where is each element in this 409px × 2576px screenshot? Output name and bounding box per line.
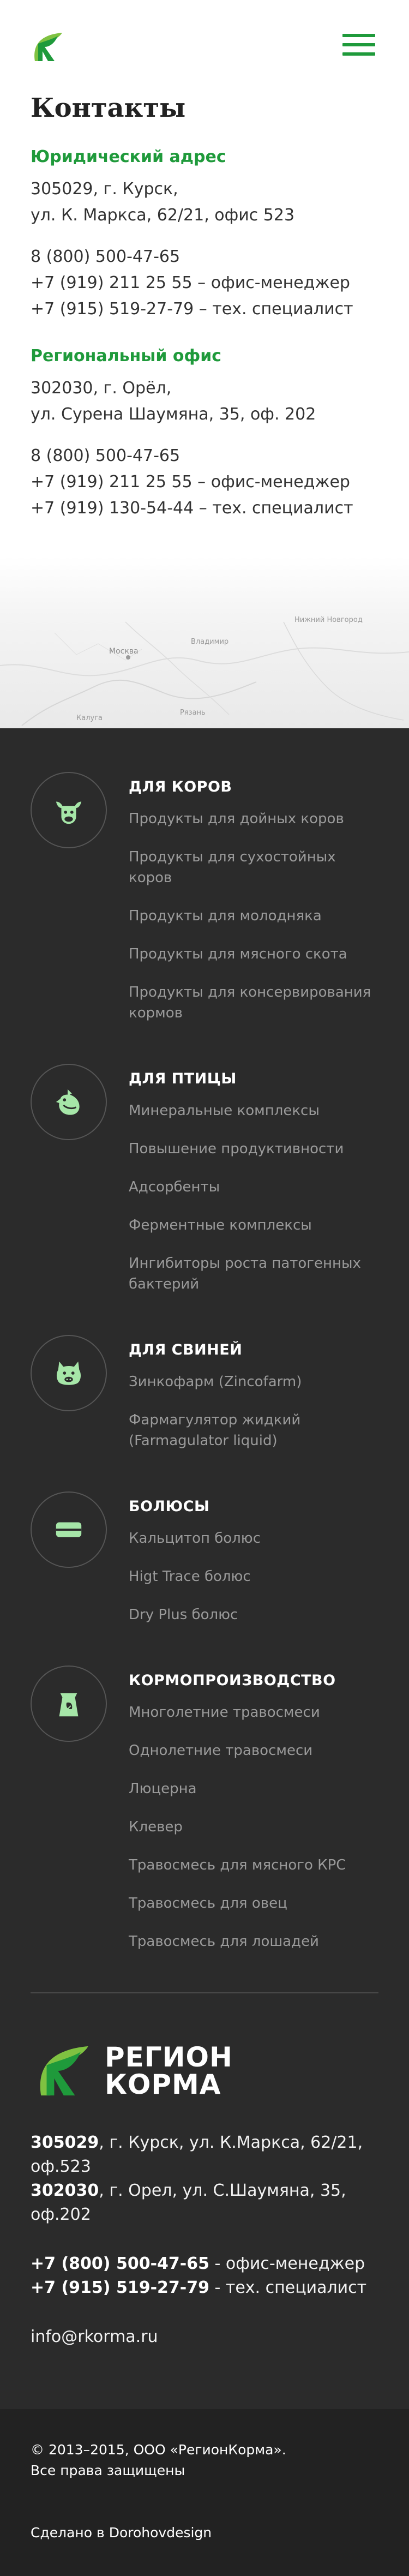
footer-phone[interactable]: +7 (800) 500-47-65 - офис-менеджер — [31, 2252, 378, 2276]
catalog-link[interactable]: Травосмесь для мясного КРС — [129, 1855, 378, 1876]
catalog-link[interactable]: Люцерна — [129, 1778, 378, 1799]
legal-address-heading: Юридический адрес — [31, 147, 226, 166]
cow-icon[interactable] — [31, 772, 107, 848]
catalog-link[interactable]: Higt Trace болюс — [129, 1566, 378, 1587]
catalog-link[interactable]: Продукты для молодняка — [129, 906, 378, 926]
regional-address: 302030, г. Орёл, ул. Сурена Шаумяна, 35,… — [31, 375, 378, 428]
category-title[interactable]: Болюсы — [129, 1491, 378, 1515]
map-label-city: Нижний Новгород — [294, 616, 363, 624]
header — [0, 0, 409, 87]
legal-address-line: 305029, г. Курск, — [31, 179, 178, 199]
legal-address-line: ул. К. Маркса, 62/21, офис 523 — [31, 206, 295, 225]
map-label-city: Калуга — [76, 714, 103, 722]
catalog-link[interactable]: Ферментные комплексы — [129, 1215, 378, 1236]
feed-bag-icon[interactable] — [31, 1666, 107, 1742]
footer-phone[interactable]: +7 (915) 519-27-79 - тех. специалист — [31, 2276, 378, 2300]
catalog-link[interactable]: Кальцитоп болюс — [129, 1528, 378, 1549]
brand-line: Регион — [105, 2041, 233, 2073]
category-title[interactable]: Для свиней — [129, 1335, 378, 1358]
phone-role: - офис-менеджер — [209, 2254, 365, 2273]
catalog-link[interactable]: Фармагулятор жидкий (Farmagulator liquid… — [129, 1410, 378, 1451]
copyright-bar: © 2013–2015, ООО «РегионКорма». Все прав… — [0, 2409, 409, 2576]
phone-link[interactable]: 8 (800) 500-47-65 — [31, 244, 378, 270]
copyright-text: © 2013–2015, ООО «РегионКорма». — [31, 2442, 286, 2458]
regional-address-line: 302030, г. Орёл, — [31, 379, 172, 398]
catalog-link[interactable]: Многолетние травосмеси — [129, 1702, 378, 1723]
catalog-link[interactable]: Продукты для консервирования кормов — [129, 982, 378, 1023]
category-title[interactable]: Для коров — [129, 772, 378, 795]
footer-address: 305029, г. Курск, ул. К.Маркса, 62/21, о… — [31, 2131, 378, 2179]
bolus-icon[interactable] — [31, 1491, 107, 1568]
catalog-link[interactable]: Клевер — [129, 1817, 378, 1837]
footer-phones: +7 (800) 500-47-65 - офис-менеджер +7 (9… — [31, 2252, 378, 2300]
catalog-link[interactable]: Зинкофарм (Zincofarm) — [129, 1371, 378, 1392]
phone-link[interactable]: +7 (919) 130-54-44 – тех. специалист — [31, 495, 378, 522]
phone-role: - тех. специалист — [209, 2278, 367, 2297]
regional-office-heading: Региональный офис — [31, 346, 222, 366]
postcode: 302030 — [31, 2181, 99, 2200]
phone-link[interactable]: +7 (919) 211 25 55 – офис-менеджер — [31, 270, 378, 296]
brand-name: Регион Корма — [105, 2044, 233, 2098]
phone-link[interactable]: +7 (919) 211 25 55 – офис-менеджер — [31, 469, 378, 495]
bird-icon[interactable] — [31, 1064, 107, 1140]
catalog-link[interactable]: Повышение продуктивности — [129, 1139, 378, 1159]
email-link[interactable]: info@rkorma.ru — [31, 2325, 378, 2349]
category-boluses: Болюсы Кальцитоп болюс Higt Trace болюс … — [31, 1491, 378, 1625]
category-title[interactable]: Для птицы — [129, 1064, 378, 1087]
catalog-link[interactable]: Продукты для сухостойных коров — [129, 847, 378, 888]
catalog-link[interactable]: Ингибиторы роста патогенных бактерий — [129, 1253, 378, 1295]
phone-number[interactable]: +7 (915) 519-27-79 — [31, 2278, 209, 2297]
category-feed-production: Кормопроизводство Многолетние травосмеси… — [31, 1666, 378, 1952]
page-title: Контакты — [31, 93, 186, 123]
regional-address-line: ул. Сурена Шаумяна, 35, оф. 202 — [31, 405, 316, 424]
pig-icon[interactable] — [31, 1335, 107, 1411]
catalog-link[interactable]: Продукты для мясного скота — [129, 944, 378, 964]
made-by-link[interactable]: Сделано в Dorohovdesign — [31, 2523, 378, 2543]
postcode: 305029 — [31, 2133, 99, 2152]
category-poultry: Для птицы Минеральные комплексы Повышени… — [31, 1064, 378, 1295]
footer-address: 302030, г. Орел, ул. С.Шаумяна, 35, оф.2… — [31, 2179, 378, 2227]
map-label-city: Рязань — [180, 709, 206, 717]
rk-leaf-logo-icon[interactable] — [31, 31, 64, 63]
catalog-link[interactable]: Продукты для дойных коров — [129, 808, 378, 829]
legal-address: 305029, г. Курск, ул. К. Маркса, 62/21, … — [31, 176, 378, 229]
footer-catalog: Для коров Продукты для дойных коров Прод… — [0, 728, 409, 2409]
category-pigs: Для свиней Зинкофарм (Zincofarm) Фармагу… — [31, 1335, 378, 1451]
catalog-link[interactable]: Травосмесь для овец — [129, 1893, 378, 1914]
brand-line: Корма — [105, 2069, 221, 2100]
catalog-link[interactable]: Минеральные комплексы — [129, 1100, 378, 1121]
hamburger-menu-icon[interactable] — [342, 34, 375, 60]
map-label-city: Москва — [109, 647, 139, 656]
catalog-link[interactable]: Адсорбенты — [129, 1177, 378, 1197]
contacts-section: Контакты Юридический адрес 305029, г. Ку… — [0, 93, 409, 728]
phone-number[interactable]: +7 (800) 500-47-65 — [31, 2254, 209, 2273]
catalog-link[interactable]: Dry Plus болюс — [129, 1604, 378, 1625]
regional-phones: 8 (800) 500-47-65 +7 (919) 211 25 55 – о… — [31, 443, 378, 522]
phone-link[interactable]: +7 (915) 519-27-79 – тех. специалист — [31, 296, 378, 322]
category-cows: Для коров Продукты для дойных коров Прод… — [31, 772, 378, 1023]
phone-link[interactable]: 8 (800) 500-47-65 — [31, 443, 378, 469]
footer-info: Регион Корма 305029, г. Курск, ул. К.Мар… — [31, 1993, 378, 2409]
copyright-text: Все права защищены — [31, 2463, 185, 2478]
map-label-city: Владимир — [191, 638, 228, 646]
catalog-link[interactable]: Однолетние травосмеси — [129, 1740, 378, 1761]
map[interactable]: Москва Владимир Нижний Новгород Калуга Р… — [0, 556, 409, 728]
rk-leaf-logo-icon — [40, 2046, 88, 2096]
category-title[interactable]: Кормопроизводство — [129, 1666, 378, 1689]
legal-phones: 8 (800) 500-47-65 +7 (919) 211 25 55 – о… — [31, 244, 378, 322]
footer-logo[interactable]: Регион Корма — [31, 2042, 378, 2099]
catalog-link[interactable]: Травосмесь для лошадей — [129, 1931, 378, 1952]
footer-addresses: 305029, г. Курск, ул. К.Маркса, 62/21, о… — [31, 2131, 378, 2227]
